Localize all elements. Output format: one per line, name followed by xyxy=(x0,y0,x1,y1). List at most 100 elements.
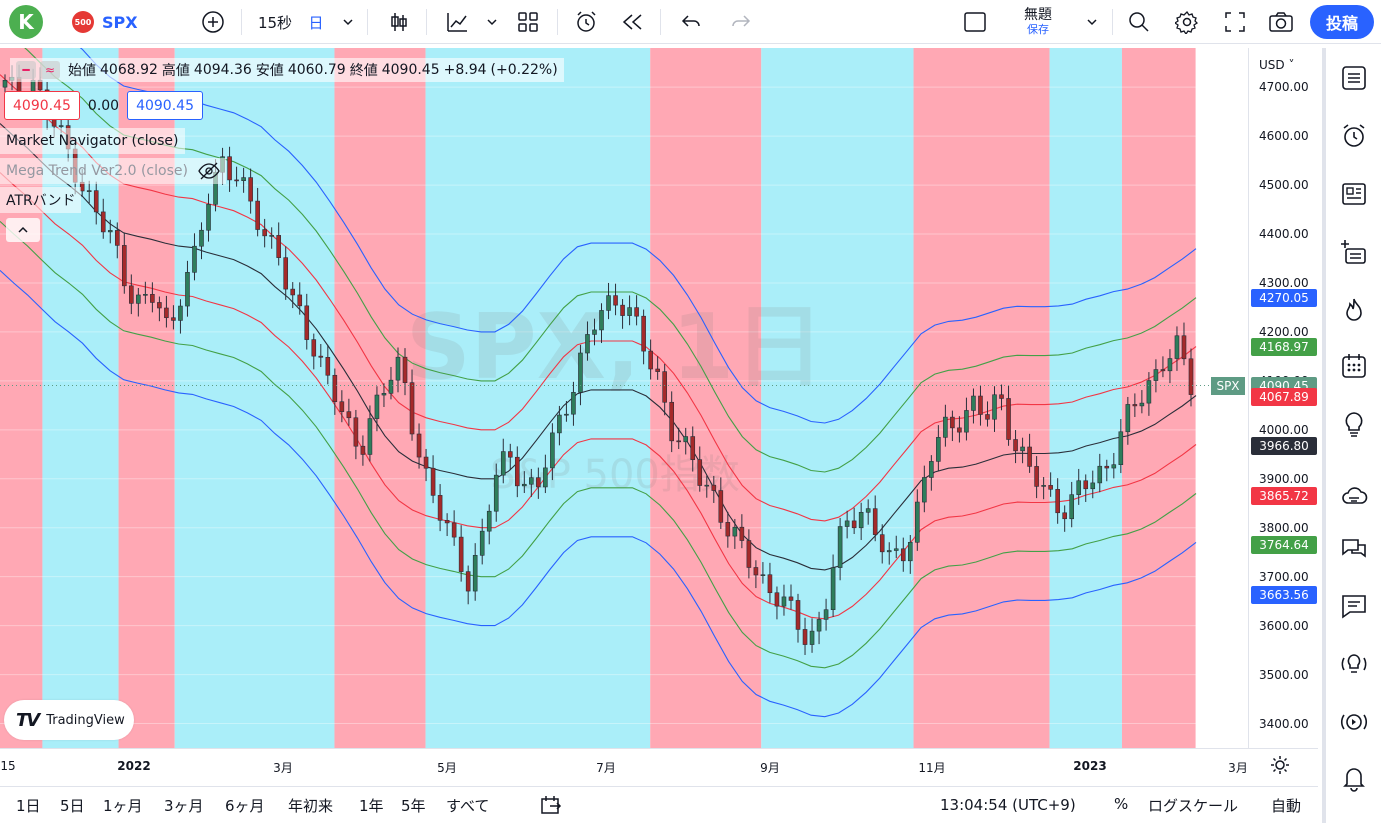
price-axis[interactable]: USD ˅ 4700.00 4600.00 4500.00 4400.00 4300.0… xyxy=(1248,48,1318,748)
time-tick: 15 xyxy=(0,759,16,773)
candle-body xyxy=(950,416,955,429)
chevron-down-icon[interactable] xyxy=(482,0,502,44)
interval-day-button[interactable]: 日 xyxy=(304,0,328,44)
compare-plus-icon[interactable] xyxy=(198,0,228,44)
trend-zone xyxy=(174,48,335,748)
candle-body xyxy=(900,548,906,562)
message-icon[interactable] xyxy=(1336,588,1372,624)
collapse-legend-button[interactable] xyxy=(6,218,40,242)
candle-body xyxy=(606,295,611,311)
chevron-down-icon[interactable] xyxy=(1082,0,1102,44)
tradingview-logo[interactable]: 𝙏𝙑 TradingView xyxy=(4,700,134,740)
interval-button[interactable]: 15秒 xyxy=(252,0,298,44)
candle-body xyxy=(1062,512,1067,520)
auto-scale-button[interactable]: 自動 xyxy=(1271,795,1301,816)
sun-settings-icon[interactable] xyxy=(1270,755,1290,780)
candle-body xyxy=(458,536,464,572)
candle-body xyxy=(381,393,387,396)
alarm-clock-icon[interactable] xyxy=(1336,118,1372,154)
candle-body xyxy=(648,350,653,370)
candle-body xyxy=(1104,465,1110,469)
candle-body xyxy=(1118,431,1124,465)
layout-name-button[interactable]: 無題 保存 xyxy=(1010,0,1066,44)
idea-bulb-icon[interactable] xyxy=(1336,406,1372,442)
candle-body xyxy=(711,484,717,491)
watchlist-icon[interactable] xyxy=(1336,60,1372,96)
goto-date-icon[interactable] xyxy=(540,795,562,819)
price-tick: 4000.00 xyxy=(1259,422,1309,437)
candles-icon[interactable] xyxy=(384,0,414,44)
indicator-mega-trend[interactable]: Mega Trend Ver2.0 (close) xyxy=(0,158,226,184)
range-button[interactable]: 1年 xyxy=(359,795,384,816)
minus-icon[interactable]: ━ xyxy=(16,61,36,79)
user-avatar[interactable]: K xyxy=(8,0,44,44)
range-button[interactable]: 6ヶ月 xyxy=(225,795,265,816)
candle-body xyxy=(86,190,92,192)
range-button[interactable]: 1ヶ月 xyxy=(103,795,143,816)
indicator-market-navigator[interactable]: Market Navigator (close) xyxy=(0,128,185,154)
search-icon[interactable] xyxy=(1124,0,1154,44)
time-axis[interactable]: 15 2022 3月 5月 7月 9月 11月 2023 3月 xyxy=(0,748,1318,784)
publish-button[interactable]: 投稿 xyxy=(1310,0,1374,44)
time-tick: 5月 xyxy=(437,761,457,775)
indicator-atr-band[interactable]: ATRバンド xyxy=(0,187,82,213)
add-list-icon[interactable] xyxy=(1336,234,1372,270)
candle-body xyxy=(929,461,934,478)
buy-price-button[interactable]: 4090.45 xyxy=(127,91,203,120)
range-button[interactable]: すべて xyxy=(446,795,489,816)
chat-bubbles-icon[interactable] xyxy=(1336,532,1372,568)
sell-price-button[interactable]: 4090.45 xyxy=(4,91,80,120)
notification-bell-icon[interactable] xyxy=(1336,760,1372,796)
candle-body xyxy=(297,294,303,307)
eye-off-icon[interactable] xyxy=(198,162,220,180)
candle-body xyxy=(1083,480,1089,490)
broadcast-bulb-icon[interactable] xyxy=(1336,646,1372,682)
news-icon[interactable] xyxy=(1336,176,1372,212)
candle-body xyxy=(136,294,141,304)
range-button[interactable]: 年初来 xyxy=(288,795,333,816)
symbol-badge: 500 xyxy=(72,11,94,33)
close-label: 終値 xyxy=(349,63,378,79)
redo-icon[interactable] xyxy=(726,0,756,44)
currency-selector[interactable]: USD ˅ xyxy=(1259,58,1294,72)
camera-icon[interactable] xyxy=(1266,0,1296,44)
candle-body xyxy=(514,456,520,487)
percent-scale-button[interactable]: % xyxy=(1114,795,1128,813)
candle-body xyxy=(1153,369,1159,381)
chart-pane[interactable]: SPX, 1日 S&P 500指数 xyxy=(0,48,1248,748)
price-chart[interactable]: SPX, 1日 S&P 500指数 xyxy=(0,48,1248,748)
wave-icon[interactable]: ≈ xyxy=(40,61,60,79)
candle-body xyxy=(732,526,738,537)
minds-cloud-icon[interactable] xyxy=(1336,478,1372,514)
range-button[interactable]: 3ヶ月 xyxy=(164,795,204,816)
indicators-icon[interactable] xyxy=(442,0,472,44)
clock-timezone[interactable]: 13:04:54 (UTC+9) xyxy=(940,796,1076,814)
hotlist-fire-icon[interactable] xyxy=(1336,292,1372,328)
undo-icon[interactable] xyxy=(676,0,706,44)
high-value: 4094.36 xyxy=(193,62,252,78)
calendar-icon[interactable] xyxy=(1336,348,1372,384)
candle-body xyxy=(290,288,296,296)
logo-text: TradingView xyxy=(46,712,125,728)
range-button[interactable]: 1日 xyxy=(16,795,41,816)
change-pct-value: (+0.22%) xyxy=(490,62,558,78)
range-button[interactable]: 5年 xyxy=(401,795,426,816)
high-label: 高値 xyxy=(161,63,190,79)
trend-zone xyxy=(1049,48,1122,748)
chevron-down-icon[interactable] xyxy=(338,0,358,44)
candle-body xyxy=(486,510,492,532)
replay-icon[interactable] xyxy=(618,0,648,44)
layout-grid-icon[interactable] xyxy=(513,0,543,44)
candle-body xyxy=(451,522,457,538)
symbol-search[interactable]: 500 SPX xyxy=(72,0,142,44)
alarm-plus-icon[interactable] xyxy=(572,0,602,44)
fullscreen-square-icon[interactable] xyxy=(960,0,990,44)
candle-body xyxy=(613,295,618,306)
gear-icon[interactable] xyxy=(1172,0,1202,44)
stream-play-icon[interactable] xyxy=(1336,704,1372,740)
log-scale-button[interactable]: ログスケール xyxy=(1148,795,1238,816)
expand-icon[interactable] xyxy=(1220,0,1250,44)
candle-body xyxy=(922,477,927,503)
candle-body xyxy=(830,567,836,611)
range-button[interactable]: 5日 xyxy=(60,795,85,816)
